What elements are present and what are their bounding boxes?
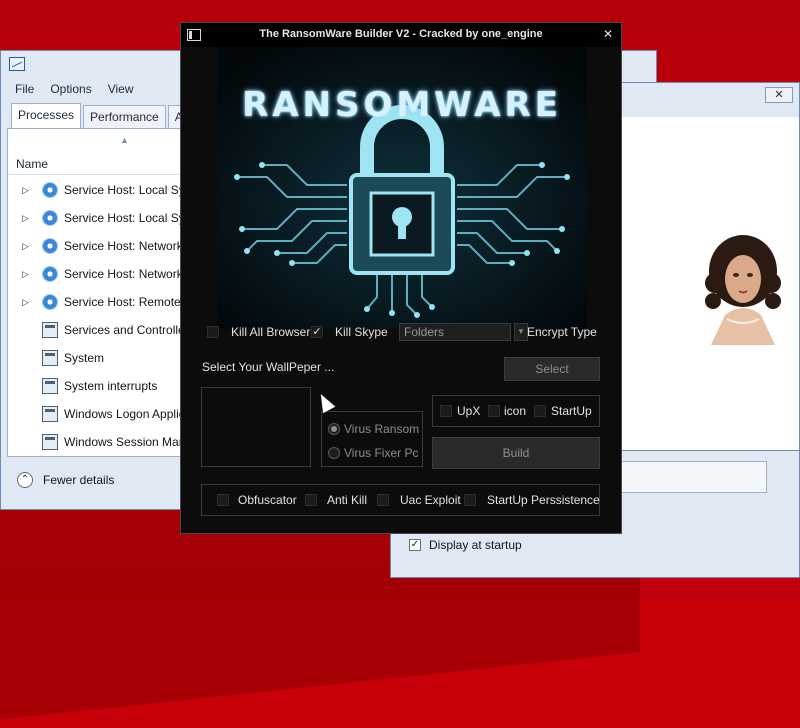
icon-label: icon [504, 404, 527, 418]
select-wallpaper-button[interactable]: Select [504, 357, 600, 381]
builder-title: The RansomWare Builder V2 - Cracked by o… [259, 28, 543, 40]
fewer-details-link[interactable]: Fewer details [43, 473, 114, 487]
startup-label: StartUp [551, 404, 592, 418]
virus-ransom-label: Virus Ransom [344, 422, 420, 436]
window-icon [42, 406, 58, 422]
process-name: Windows Logon Applic [64, 407, 185, 421]
sort-up-icon: ▲ [120, 135, 129, 145]
portrait-image [701, 227, 785, 345]
expand-arrow-icon[interactable]: ▷ [22, 241, 36, 252]
gear-icon [42, 182, 58, 198]
builder-titlebar[interactable]: The RansomWare Builder V2 - Cracked by o… [181, 23, 621, 47]
expand-arrow-icon[interactable]: ▷ [22, 269, 36, 280]
obfuscator-label: Obfuscator [238, 493, 297, 507]
tab-performance[interactable]: Performance [83, 105, 166, 128]
kill-skype-checkbox[interactable]: ✓ [311, 326, 323, 338]
kill-all-browser-checkbox[interactable] [207, 326, 219, 338]
window-icon [42, 350, 58, 366]
process-name: Service Host: Local Syst [64, 183, 195, 197]
virus-fixer-label: Virus Fixer Pc [344, 446, 419, 460]
kill-skype-label: Kill Skype [335, 325, 388, 339]
wallpaper-label: Select Your WallPeper ... [202, 360, 335, 374]
gear-icon [42, 266, 58, 282]
image-viewer-close-button[interactable]: ✕ [765, 87, 793, 103]
column-header-name[interactable]: Name [16, 157, 48, 171]
image-viewer-window: ✕ [612, 82, 800, 468]
process-name: Services and Controller [64, 323, 189, 337]
encrypt-type-value: Folders [404, 325, 445, 339]
process-name: Windows Session Mana [64, 435, 193, 449]
chevron-up-icon[interactable]: ⌃ [17, 472, 33, 488]
startup-persistence-label: StartUp Perssistence [487, 493, 600, 507]
anti-kill-label: Anti Kill [327, 493, 368, 507]
process-name: Service Host: Network S [64, 267, 195, 281]
window-icon [42, 322, 58, 338]
kill-all-browser-label: Kill All Browser [231, 325, 311, 339]
process-name: Service Host: Remote P [64, 295, 193, 309]
task-manager-menubar: File Options View [7, 79, 142, 99]
menu-view[interactable]: View [100, 79, 142, 99]
expand-arrow-icon[interactable]: ▷ [22, 185, 36, 196]
image-viewer-content [619, 117, 799, 461]
banner-title: RANSOMWARE [242, 85, 562, 125]
tab-processes[interactable]: Processes [11, 103, 82, 128]
startup-dialog-footer: ✓ Display at startup [399, 531, 791, 561]
gear-icon [42, 210, 58, 226]
process-name: Service Host: Local Syst [64, 211, 195, 225]
anti-kill-checkbox[interactable] [305, 494, 317, 506]
uac-exploit-label: Uac Exploit [400, 493, 461, 507]
ransomware-builder-window: The RansomWare Builder V2 - Cracked by o… [180, 22, 622, 534]
window-icon [42, 434, 58, 450]
wallpaper-preview [201, 387, 311, 467]
display-at-startup-label: Display at startup [429, 538, 522, 552]
encrypt-type-select[interactable]: Folders ▼ [399, 323, 528, 341]
expand-arrow-icon[interactable]: ▷ [22, 213, 36, 224]
window-icon [42, 378, 58, 394]
encrypt-type-label: Encrypt Type [527, 325, 597, 339]
ransomware-banner: RANSOMWARE [217, 47, 587, 329]
process-name: Service Host: Network S [64, 239, 195, 253]
startup-checkbox[interactable] [534, 405, 546, 417]
icon-checkbox[interactable] [488, 405, 500, 417]
task-manager-tabs: Processes Performance App [11, 103, 205, 128]
uac-exploit-checkbox[interactable] [377, 494, 389, 506]
obfuscator-checkbox[interactable] [217, 494, 229, 506]
menu-options[interactable]: Options [42, 79, 99, 99]
gear-icon [42, 238, 58, 254]
virus-fixer-radio[interactable] [328, 447, 340, 459]
process-name: System interrupts [64, 379, 158, 393]
task-manager-icon [9, 57, 25, 71]
chevron-down-icon[interactable]: ▼ [514, 323, 528, 341]
display-at-startup-checkbox[interactable]: ✓ [409, 539, 421, 551]
startup-persistence-checkbox[interactable] [464, 494, 476, 506]
expand-arrow-icon[interactable]: ▷ [22, 297, 36, 308]
gear-icon [42, 294, 58, 310]
menu-file[interactable]: File [7, 79, 42, 99]
build-button[interactable]: Build [432, 437, 600, 469]
process-name: System [64, 351, 105, 365]
upx-label: UpX [457, 404, 481, 418]
virus-ransom-radio[interactable] [328, 423, 340, 435]
upx-checkbox[interactable] [440, 405, 452, 417]
close-icon[interactable]: ✕ [603, 27, 613, 41]
